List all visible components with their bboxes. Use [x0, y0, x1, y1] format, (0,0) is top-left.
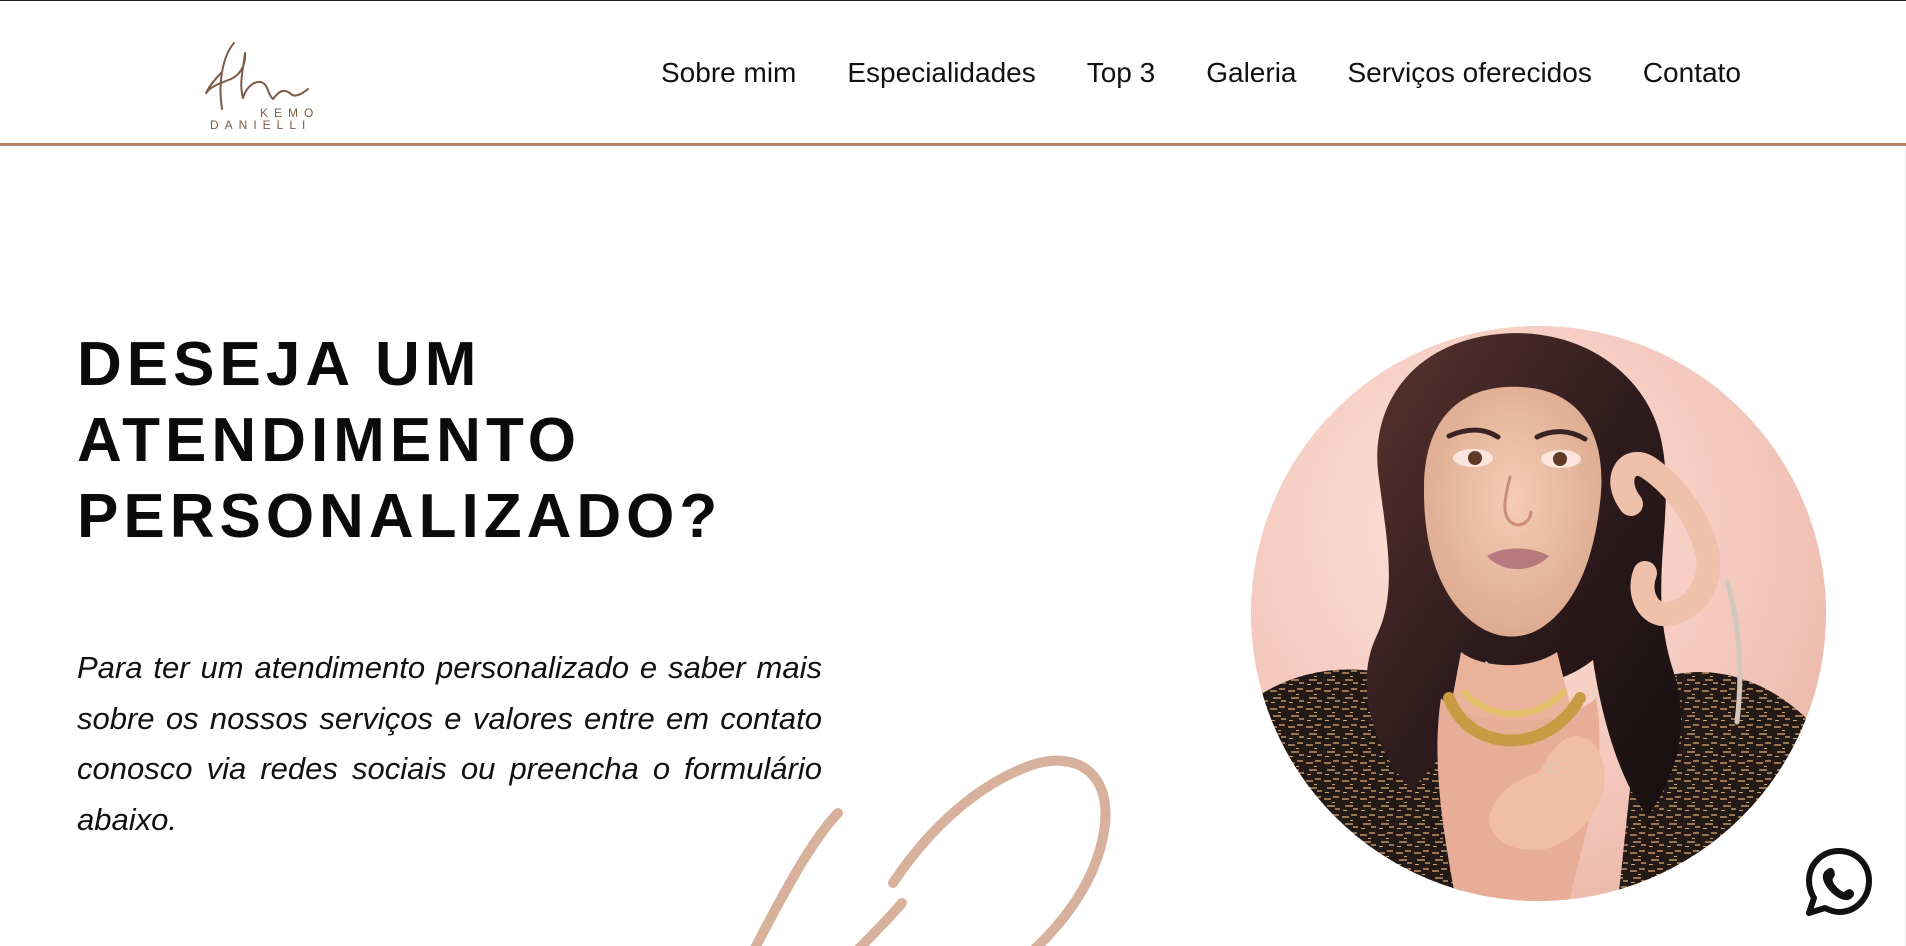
hero-intro-text: Para ter um atendimento personalizado e …	[77, 650, 822, 837]
logo-text-last: DANIELLI	[210, 118, 312, 132]
hero-title-line-2: ATENDIMENTO	[77, 406, 581, 475]
nav-link-sobre-mim[interactable]: Sobre mim	[661, 57, 796, 89]
brand-logo[interactable]: KEMO DANIELLI	[200, 37, 320, 133]
nav-link-galeria[interactable]: Galeria	[1206, 57, 1296, 89]
nav-link-top-3[interactable]: Top 3	[1087, 57, 1156, 89]
portrait-image	[1251, 326, 1826, 901]
nav-link-especialidades[interactable]: Especialidades	[847, 57, 1035, 89]
nav-link-servicos-oferecidos[interactable]: Serviços oferecidos	[1347, 57, 1591, 89]
decorative-signature	[750, 755, 1111, 946]
whatsapp-button[interactable]	[1803, 846, 1875, 918]
main-navigation: Sobre mim Especialidades Top 3 Galeria S…	[640, 57, 1741, 89]
hero-title: DESEJA UM ATENDIMENTO PERSONALIZADO?	[77, 327, 722, 555]
profile-photo	[1251, 326, 1826, 901]
whatsapp-icon	[1806, 848, 1872, 916]
nav-link-contato[interactable]: Contato	[1643, 57, 1741, 89]
page: KEMO DANIELLI Sobre mim Especialidades T…	[0, 0, 1906, 946]
hero-title-line-1: DESEJA UM	[77, 330, 482, 399]
hero-title-line-3: PERSONALIZADO?	[77, 482, 723, 551]
site-header: KEMO DANIELLI Sobre mim Especialidades T…	[0, 0, 1906, 146]
